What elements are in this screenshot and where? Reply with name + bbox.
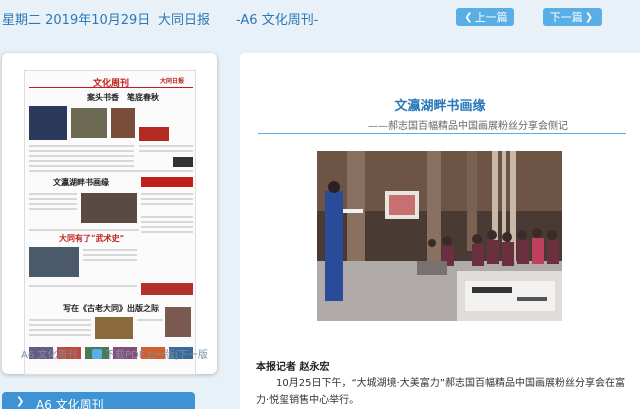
thumb-text — [29, 170, 193, 172]
next-page-link[interactable]: 下一版 — [178, 350, 208, 361]
article-byline: 本报记者 赵永宏 — [256, 362, 330, 373]
thumb-text — [29, 165, 134, 167]
thumb-photo-4 — [139, 127, 169, 141]
thumb-text — [83, 249, 137, 251]
thumb-banner-2 — [141, 283, 193, 295]
page-preview-panel: 文化周刊 大同日报 案头书香 笔底春秋 文瀛湖畔书画缘 大同有了“武术史” 写在… — [2, 53, 217, 375]
thumb-photo-8 — [95, 317, 133, 339]
thumb-text — [141, 226, 193, 228]
preview-edition-label: A6 文化周刊 — [21, 350, 78, 361]
page-thumbnail[interactable]: 文化周刊 大同日报 案头书香 笔底春秋 文瀛湖畔书画缘 大同有了“武术史” 写在… — [24, 70, 196, 375]
chevron-left-icon: ❮ — [464, 11, 473, 23]
thumb-text — [141, 221, 193, 223]
edition-name[interactable]: -A6 文化周刊- — [236, 9, 318, 28]
article-panel: 文瀛湖畔书画缘 ——郝志国百幅精品中国画展粉丝分享会侧记 本报记者 赵永宏 10… — [240, 53, 640, 409]
thumb-text — [139, 150, 193, 152]
chevron-right-icon: ❯ — [16, 396, 25, 407]
thumb-photo-6 — [81, 193, 137, 223]
title-divider — [258, 133, 626, 134]
thumb-text — [83, 259, 137, 261]
thumb-photo-2 — [71, 108, 107, 138]
pdf-icon — [92, 349, 102, 359]
thumb-text — [139, 145, 193, 147]
thumb-photo-7 — [29, 247, 79, 277]
thumb-text — [29, 319, 91, 321]
chevron-right-icon: ❯ — [584, 11, 594, 23]
preview-footer: A6 文化周刊 下载PDF上一版|下一版 — [2, 343, 217, 363]
thumb-brand: 大同日报 — [160, 78, 185, 85]
thumb-text — [141, 198, 193, 200]
thumb-text — [29, 203, 77, 205]
thumb-photo-9 — [165, 307, 191, 337]
thumb-headline-4: 写在《古老大同》出版之际 — [63, 303, 159, 313]
thumb-headline-3: 大同有了“武术史” — [59, 233, 125, 243]
article-subtitle: ——郝志国百幅精品中国画展粉丝分享会侧记 — [368, 121, 568, 132]
thumb-headline-2: 文瀛湖畔书画缘 — [53, 177, 109, 187]
article-photo-illustration — [317, 151, 562, 321]
paper-name[interactable]: 大同日报 — [158, 9, 210, 28]
thumb-text — [141, 216, 193, 218]
thumb-text — [141, 203, 193, 205]
thumb-text — [29, 150, 134, 152]
thumb-photo-3 — [111, 108, 135, 138]
thumb-photo-1 — [29, 106, 67, 140]
thumb-text — [29, 198, 77, 200]
edition-tab-label: A6 文化周刊 — [36, 398, 104, 409]
next-article-label: 下一篇 — [549, 11, 583, 24]
issue-date: 星期二 2019年10月29日 — [2, 13, 151, 28]
thumb-text — [29, 193, 77, 195]
article-photo — [317, 151, 562, 321]
prev-article-label: 上一篇 — [474, 11, 508, 24]
thumb-headline-1: 案头书香 笔底春秋 — [87, 92, 159, 102]
thumb-text — [29, 329, 91, 331]
thumb-text — [29, 229, 139, 231]
thumb-banner — [141, 177, 193, 187]
edition-tab[interactable]: ❯ A6 文化周刊 — [2, 392, 195, 409]
article-title: 文瀛湖畔书画缘 — [394, 99, 486, 114]
preview-links: 下载PDF上一版|下一版 — [92, 346, 208, 361]
thumb-text — [29, 324, 91, 326]
thumb-text — [29, 155, 134, 157]
thumb-text — [29, 285, 137, 287]
article-paragraph: 10月25日下午，“大城湖境·大美富力”郝志国百幅精品中国画展粉丝分享会在富力·… — [256, 378, 625, 406]
thumb-photo-5 — [173, 157, 193, 167]
top-bar: 星期二 2019年10月29日 大同日报 -A6 文化周刊- ❮ 上一篇 下一篇… — [0, 0, 640, 36]
download-pdf-link[interactable]: 下载PDF — [105, 350, 144, 361]
prev-page-link[interactable]: 上一版 — [144, 350, 174, 361]
thumb-text — [29, 145, 134, 147]
next-article-button[interactable]: 下一篇 ❯ — [543, 8, 602, 26]
thumb-text — [141, 231, 193, 233]
thumb-text — [137, 319, 163, 321]
thumb-text — [29, 208, 77, 210]
thumb-text — [141, 193, 193, 195]
thumb-text — [29, 334, 91, 336]
thumb-text — [83, 254, 137, 256]
thumb-text — [29, 160, 134, 162]
thumb-rule — [29, 87, 193, 88]
prev-article-button[interactable]: ❮ 上一篇 — [456, 8, 514, 26]
